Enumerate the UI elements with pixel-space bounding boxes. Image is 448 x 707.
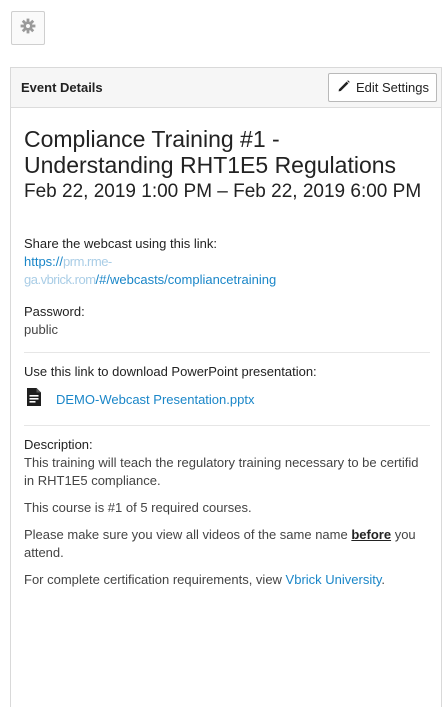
event-title: Compliance Training #1 - Understanding R… [24,126,397,178]
share-section: Share the webcast using this link: https… [24,221,430,352]
description-text: . [381,572,386,587]
description-section: Description: This training will teach th… [24,425,430,611]
event-details-panel: Event Details Edit Settings Compliance T… [10,67,442,707]
description-emphasis: before [351,527,392,542]
event-dates: Feb 22, 2019 1:00 PM – Feb 22, 2019 6:00… [24,181,422,202]
presentation-label: Use this link to download PowerPoint pre… [24,364,317,379]
description-line: Please make sure you view all videos of … [24,526,430,562]
settings-gear-button[interactable] [11,11,45,45]
password-value: public [24,322,58,337]
webcast-link[interactable]: https://prm.rme- ga.vbrick.rom/#/webcast… [24,253,430,289]
share-label: Share the webcast using this link: [24,236,217,251]
vbrick-university-link[interactable]: Vbrick University [286,572,382,587]
description-line: This training will teach the regulatory … [24,455,419,488]
edit-settings-label: Edit Settings [356,80,429,95]
description-line: For complete certification requirements,… [24,571,430,589]
panel-header: Event Details Edit Settings [11,68,441,108]
description-text: For complete certification requirements,… [24,572,286,587]
description-text: Please make sure you view all videos of … [24,527,352,542]
presentation-download[interactable]: DEMO-Webcast Presentation.pptx [24,387,430,412]
gear-icon [20,18,36,39]
description-label: Description: [24,437,93,452]
presentation-section: Use this link to download PowerPoint pre… [24,352,430,425]
pencil-icon [337,79,351,96]
webcast-link-blurred: prm.rme- [63,254,112,269]
webcast-link-part: https:// [24,254,64,269]
password-label: Password: [24,304,85,319]
edit-settings-button[interactable]: Edit Settings [328,73,437,102]
document-icon [26,387,42,412]
presentation-file-link[interactable]: DEMO-Webcast Presentation.pptx [56,391,254,409]
webcast-link-part: /#/webcasts/compliancetraining [95,272,277,287]
description-line: This course is #1 of 5 required courses. [24,500,252,515]
panel-title: Event Details [21,80,103,95]
webcast-link-blurred: ga.vbrick.rom [24,272,96,287]
